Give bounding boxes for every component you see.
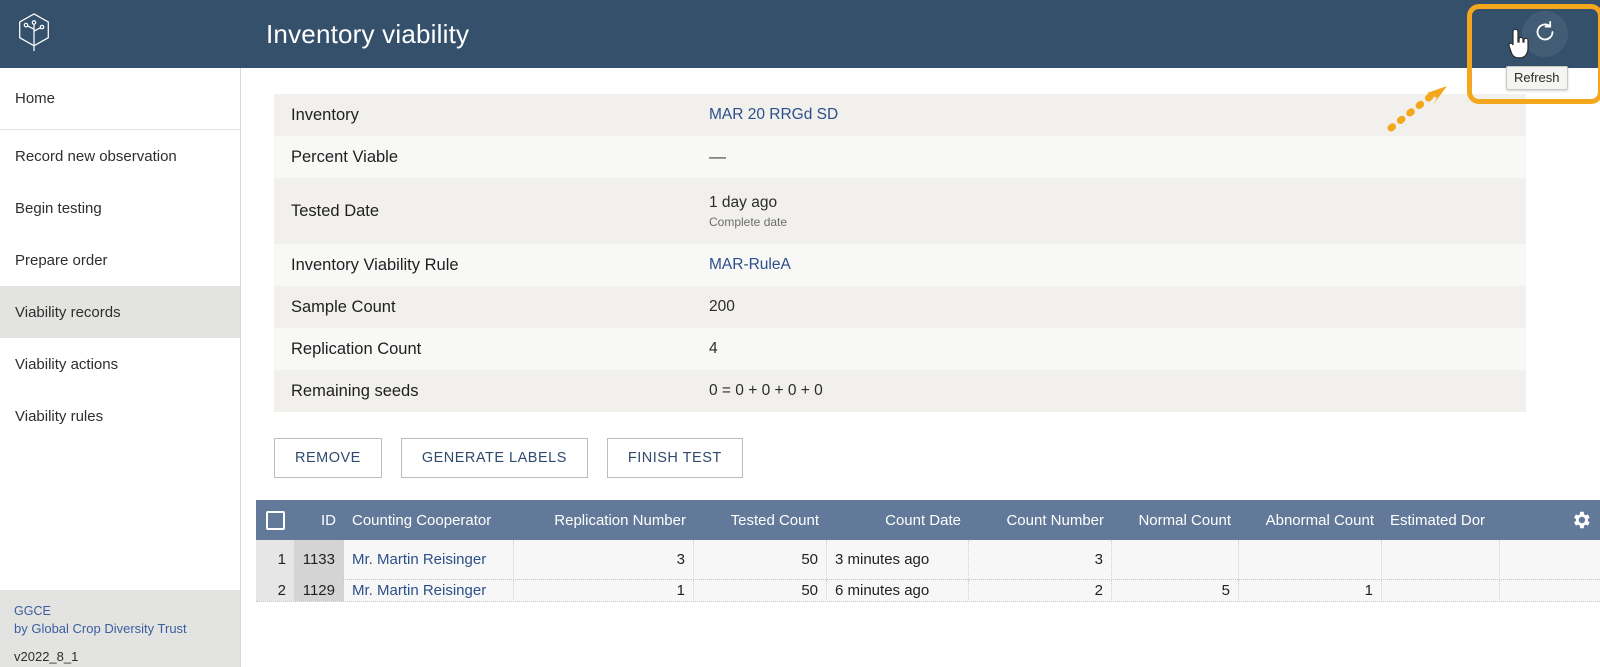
- sidebar-item-label: Home: [15, 90, 56, 107]
- footer-organization: by Global Crop Diversity Trust: [14, 621, 187, 637]
- sidebar-footer: GGCE by Global Crop Diversity Trust v202…: [0, 590, 240, 667]
- detail-value-sample-count: 200: [709, 298, 735, 315]
- detail-row-percent-viable: Percent Viable —: [274, 136, 1526, 178]
- table-row[interactable]: 2 1129 Mr. Martin Reisinger 1 50 6 minut…: [256, 580, 1600, 602]
- row-abnormal-count: [1239, 539, 1382, 580]
- detail-label: Percent Viable: [291, 147, 399, 166]
- grid-col-count-number[interactable]: Count Number: [969, 512, 1112, 529]
- main-content: Inventory MAR 20 RRGd SD Percent Viable …: [241, 68, 1600, 667]
- grid-col-replication-number[interactable]: Replication Number: [514, 512, 694, 529]
- row-id: 1129: [294, 580, 344, 601]
- row-count-date: 6 minutes ago: [827, 580, 969, 601]
- sidebar-item-viability-records[interactable]: Viability records: [0, 286, 240, 338]
- sidebar-item-record-new-observation[interactable]: Record new observation: [0, 130, 240, 182]
- detail-value-replication-count: 4: [709, 340, 718, 357]
- sidebar-item-label: Prepare order: [15, 251, 108, 269]
- detail-value-tested-date-sub: Complete date: [709, 214, 788, 229]
- row-counting-cooperator[interactable]: Mr. Martin Reisinger: [344, 539, 514, 580]
- row-replication-number: 1: [514, 580, 694, 601]
- detail-label: Inventory Viability Rule: [291, 255, 459, 274]
- detail-row-tested-date: Tested Date 1 day ago Complete date: [274, 178, 1526, 244]
- detail-row-sample-count: Sample Count 200: [274, 286, 1526, 328]
- row-index: 2: [256, 580, 294, 601]
- table-row[interactable]: 1 1133 Mr. Martin Reisinger 3 50 3 minut…: [256, 539, 1600, 580]
- refresh-icon: [1533, 20, 1557, 49]
- detail-row-remaining-seeds: Remaining seeds 0 = 0 + 0 + 0 + 0: [274, 370, 1526, 412]
- inventory-detail-table: Inventory MAR 20 RRGd SD Percent Viable …: [274, 94, 1526, 412]
- sidebar: Home Record new observation Begin testin…: [0, 68, 241, 667]
- row-normal-count: 5: [1112, 580, 1239, 601]
- detail-label: Replication Count: [291, 339, 422, 358]
- detail-label: Tested Date: [291, 201, 380, 220]
- detail-value-viability-rule[interactable]: MAR-RuleA: [709, 256, 791, 274]
- sidebar-item-begin-testing[interactable]: Begin testing: [0, 182, 240, 234]
- remove-button[interactable]: REMOVE: [274, 438, 382, 478]
- row-counting-cooperator[interactable]: Mr. Martin Reisinger: [344, 580, 514, 601]
- gear-icon[interactable]: [1570, 509, 1592, 531]
- grid-col-abnormal-count[interactable]: Abnormal Count: [1239, 512, 1382, 529]
- sidebar-spacer: [0, 442, 240, 590]
- sidebar-item-label: Viability rules: [15, 407, 104, 425]
- checkbox-unchecked-icon[interactable]: [265, 510, 285, 530]
- detail-label: Remaining seeds: [291, 381, 419, 400]
- row-estimated-dormant: [1382, 539, 1500, 580]
- detail-value-tested-date: 1 day ago: [709, 193, 778, 211]
- row-estimated-dormant: [1382, 580, 1500, 601]
- grid-col-counting-cooperator[interactable]: Counting Cooperator: [344, 512, 514, 529]
- grid-col-normal-count[interactable]: Normal Count: [1112, 512, 1239, 529]
- sidebar-item-viability-rules[interactable]: Viability rules: [0, 390, 240, 442]
- row-tested-count: 50: [694, 580, 827, 601]
- grid-select-all-cell: [256, 510, 294, 530]
- page-title: Inventory viability: [266, 18, 470, 49]
- grid-col-id[interactable]: ID: [294, 512, 344, 529]
- row-index: 1: [256, 539, 294, 580]
- grid-col-count-date[interactable]: Count Date: [827, 512, 969, 529]
- row-count-date: 3 minutes ago: [827, 539, 969, 580]
- detail-row-replication-count: Replication Count 4: [274, 328, 1526, 370]
- footer-version: v2022_8_1: [14, 648, 79, 664]
- finish-test-button[interactable]: FINISH TEST: [606, 438, 743, 478]
- sidebar-item-label: Record new observation: [15, 147, 177, 165]
- grid-col-tested-count[interactable]: Tested Count: [694, 512, 827, 529]
- detail-value-percent-viable: —: [709, 147, 726, 166]
- action-button-row: REMOVE GENERATE LABELS FINISH TEST: [274, 438, 1600, 478]
- row-count-number: 3: [969, 539, 1112, 580]
- sidebar-nav: Home Record new observation Begin testin…: [0, 68, 240, 442]
- generate-labels-button[interactable]: GENERATE LABELS: [400, 438, 588, 478]
- detail-row-inventory: Inventory MAR 20 RRGd SD: [274, 94, 1526, 136]
- row-tested-count: 50: [694, 539, 827, 580]
- detail-row-inventory-viability-rule: Inventory Viability Rule MAR-RuleA: [274, 244, 1526, 286]
- sidebar-item-home[interactable]: Home: [0, 68, 240, 130]
- sidebar-item-label: Viability actions: [15, 355, 119, 373]
- viability-counts-grid: ID Counting Cooperator Replication Numbe…: [256, 500, 1600, 602]
- app-root: Inventory viability Refresh Home Record …: [0, 0, 1600, 667]
- app-header: Inventory viability: [0, 0, 1600, 68]
- row-count-number: 2: [969, 580, 1112, 601]
- sidebar-item-viability-actions[interactable]: Viability actions: [0, 338, 240, 390]
- header-actions: [1490, 0, 1600, 68]
- sidebar-item-label: Begin testing: [15, 199, 102, 217]
- row-normal-count: [1112, 539, 1239, 580]
- row-abnormal-count: 1: [1239, 580, 1382, 601]
- app-logo: [0, 0, 68, 68]
- row-id: 1133: [294, 539, 344, 580]
- refresh-button[interactable]: [1522, 11, 1568, 57]
- detail-value-group: 1 day ago Complete date: [709, 194, 787, 229]
- hexagon-plant-logo-icon: [15, 12, 53, 57]
- row-replication-number: 3: [514, 539, 694, 580]
- refresh-tooltip: Refresh: [1506, 66, 1568, 90]
- detail-label: Inventory: [291, 105, 359, 124]
- detail-value-inventory[interactable]: MAR 20 RRGd SD: [709, 106, 838, 124]
- grid-header-row: ID Counting Cooperator Replication Numbe…: [256, 500, 1600, 540]
- sidebar-item-label: Viability records: [15, 303, 121, 321]
- grid-col-estimated-dormant[interactable]: Estimated Dor: [1382, 512, 1500, 529]
- footer-brand: GGCE: [14, 604, 51, 618]
- detail-label: Sample Count: [291, 297, 396, 316]
- detail-value-remaining-seeds: 0 = 0 + 0 + 0 + 0: [709, 382, 823, 399]
- sidebar-item-prepare-order[interactable]: Prepare order: [0, 234, 240, 286]
